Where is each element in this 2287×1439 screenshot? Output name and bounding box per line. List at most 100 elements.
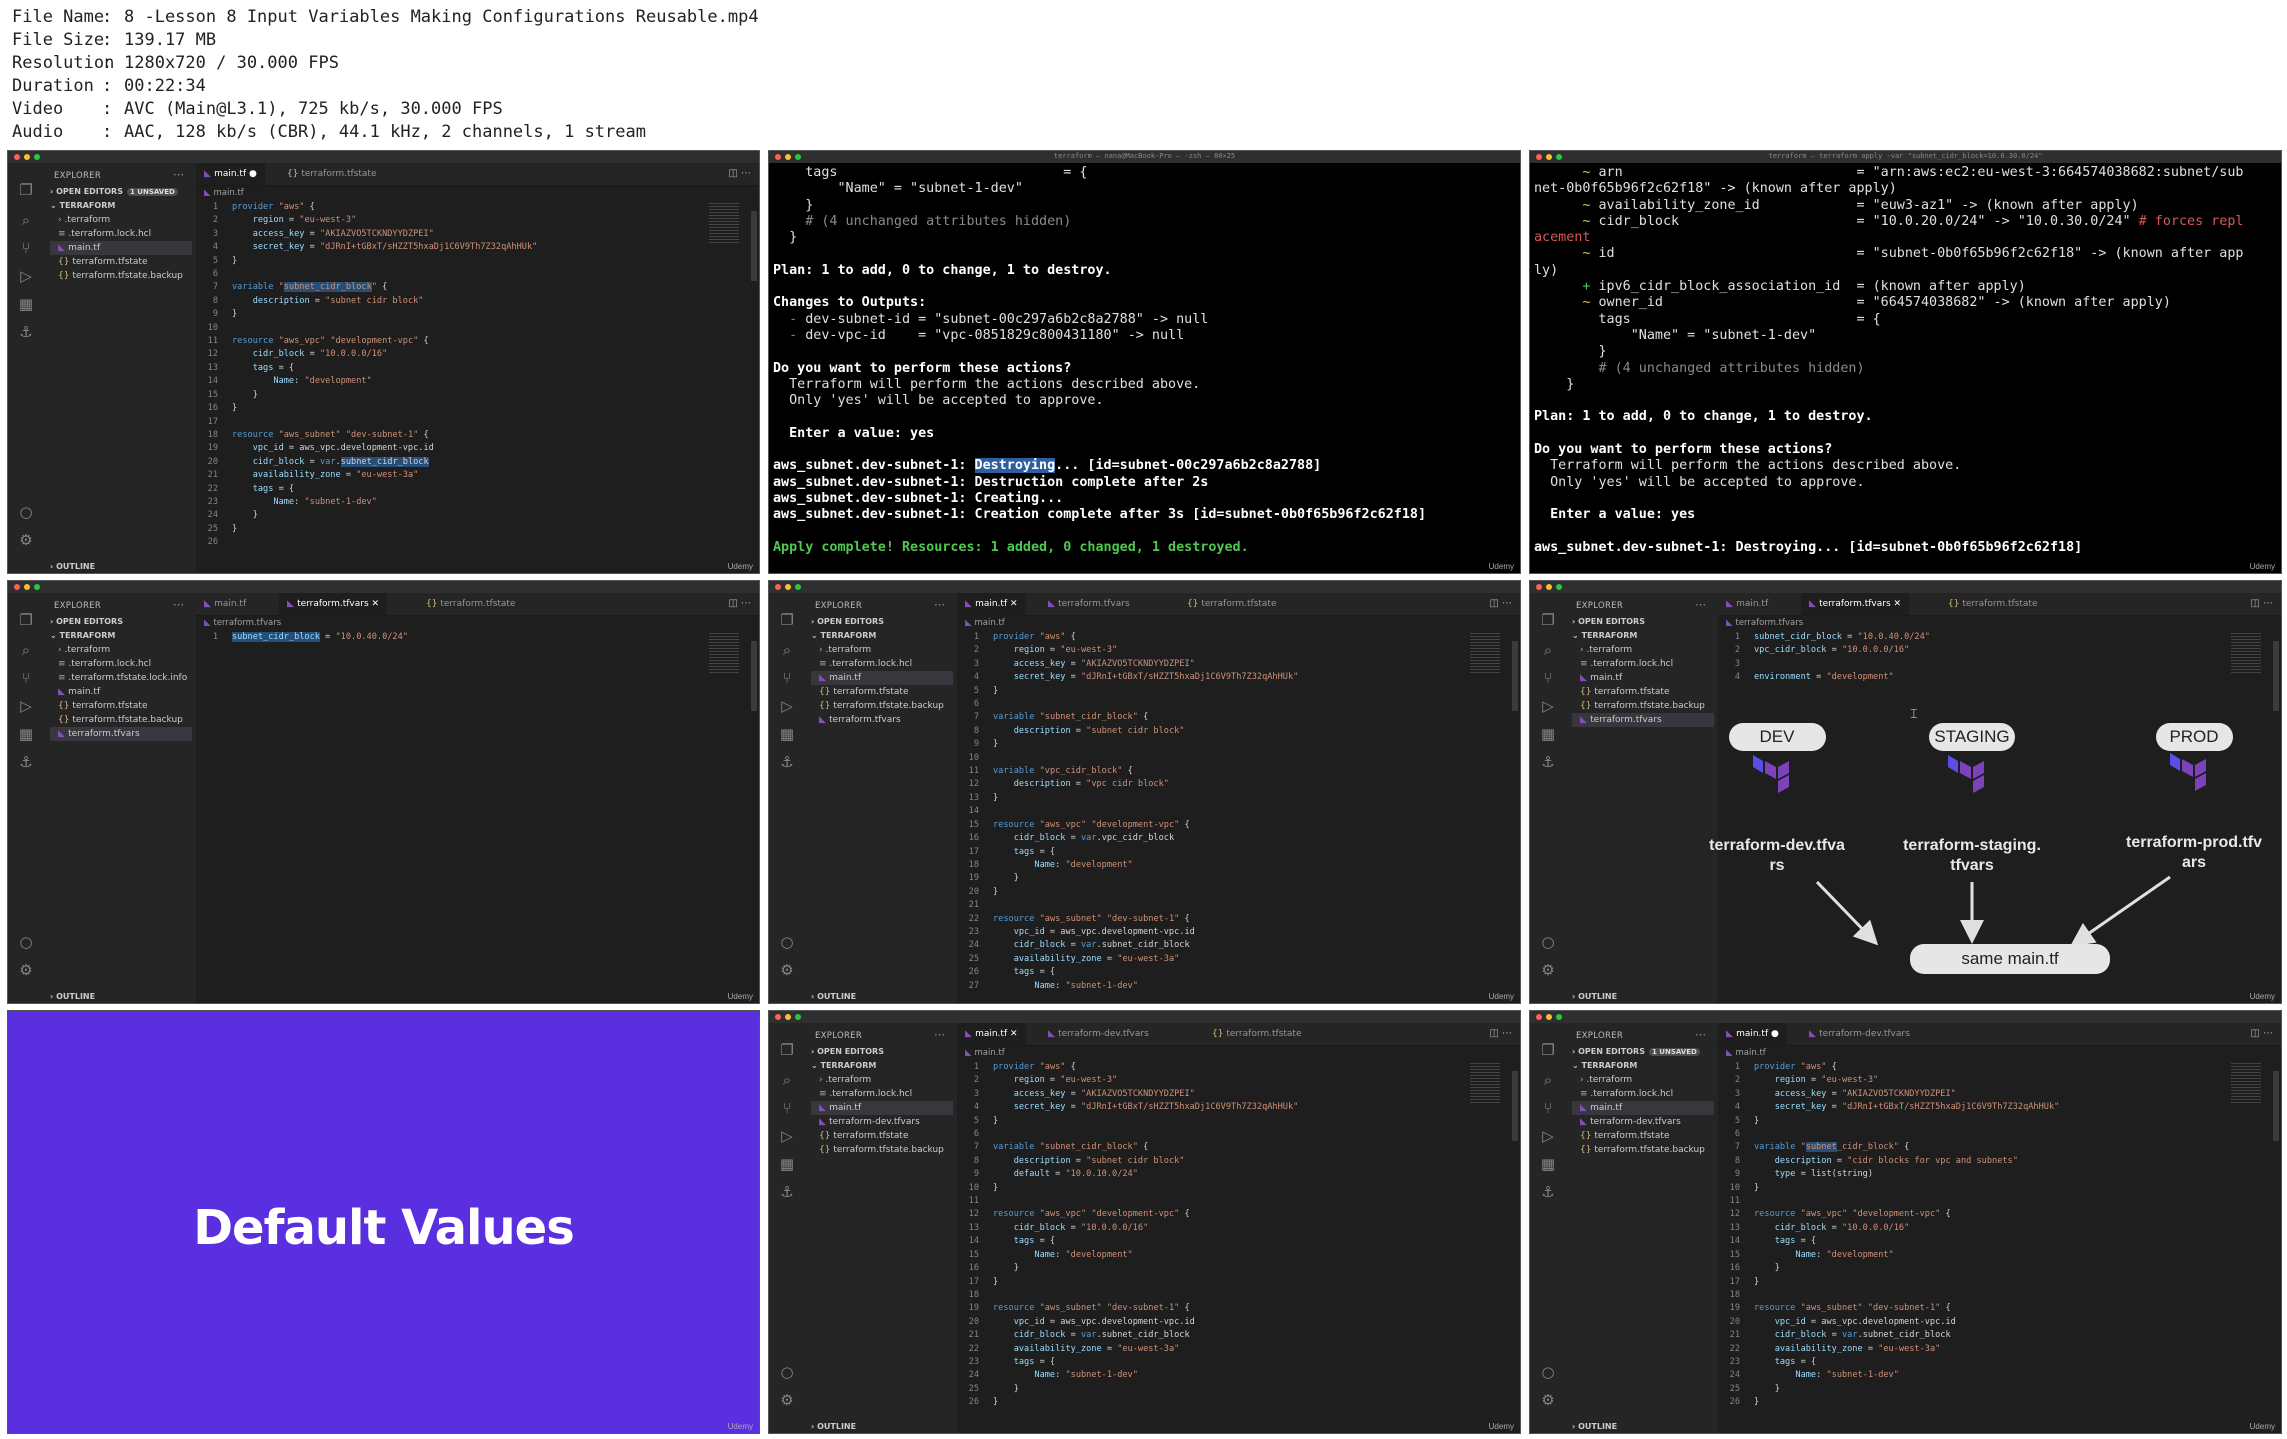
code-editor[interactable]: 1 provider "aws" {2 region = "eu-west-3" 3… xyxy=(957,631,1508,997)
explorer-file-item[interactable]: {} terraform.tfstate xyxy=(50,699,192,713)
explorer-file-item[interactable]: {} terraform.tfstate xyxy=(50,255,192,269)
split-editor-icon[interactable]: ◫ ⋯ xyxy=(728,163,751,185)
docker-icon[interactable]: ⚓ xyxy=(1539,1183,1557,1201)
search-icon[interactable]: ⌕ xyxy=(17,211,35,229)
extensions-icon[interactable]: ▦ xyxy=(778,725,796,743)
explorer-file-item[interactable]: ≡ .terraform.lock.hcl xyxy=(811,1087,953,1101)
maximize-window-icon[interactable] xyxy=(795,1014,801,1020)
explorer-file-item[interactable]: › .terraform xyxy=(1572,1073,1714,1087)
explorer-file-item[interactable]: ≡ .terraform.lock.hcl xyxy=(50,657,192,671)
extensions-icon[interactable]: ▦ xyxy=(17,725,35,743)
settings-gear-icon[interactable]: ⚙ xyxy=(778,1391,796,1409)
editor-tab[interactable]: ◣ main.tf ✕ xyxy=(957,593,1026,615)
split-editor-icon[interactable]: ◫ ⋯ xyxy=(2250,1023,2273,1045)
minimize-window-icon[interactable] xyxy=(1546,1014,1552,1020)
run-debug-icon[interactable]: ▷ xyxy=(17,697,35,715)
editor-tab[interactable]: ◣ terraform-dev.tfvars xyxy=(1801,1023,1918,1045)
editor-tab[interactable]: ◣ main.tf ● xyxy=(1718,1023,1787,1045)
files-icon[interactable]: ❐ xyxy=(17,181,35,199)
close-window-icon[interactable] xyxy=(14,154,20,160)
explorer-file-item[interactable]: {} terraform.tfstate.backup xyxy=(50,713,192,727)
project-folder[interactable]: ⌄ TERRAFORM xyxy=(50,199,192,213)
explorer-file-item[interactable]: {} terraform.tfstate.backup xyxy=(1572,1143,1714,1157)
close-window-icon[interactable] xyxy=(14,584,20,590)
close-window-icon[interactable] xyxy=(1536,1014,1542,1020)
editor-tab[interactable]: {} terraform.tfstate xyxy=(1204,1023,1310,1045)
explorer-file-item[interactable]: ≡ .terraform.lock.hcl xyxy=(50,227,192,241)
minimap[interactable] xyxy=(709,203,739,243)
explorer-file-item[interactable]: › .terraform xyxy=(50,213,192,227)
project-folder[interactable]: ⌄ TERRAFORM xyxy=(811,629,953,643)
source-control-icon[interactable]: ⑂ xyxy=(778,669,796,687)
search-icon[interactable]: ⌕ xyxy=(778,1071,796,1089)
explorer-file-item[interactable]: ≡ .terraform.tfstate.lock.info xyxy=(50,671,192,685)
split-editor-icon[interactable]: ◫ ⋯ xyxy=(1489,1023,1512,1045)
explorer-file-item[interactable]: {} terraform.tfstate xyxy=(1572,1129,1714,1143)
docker-icon[interactable]: ⚓ xyxy=(778,1183,796,1201)
explorer-file-item[interactable]: ≡ .terraform.lock.hcl xyxy=(1572,1087,1714,1101)
explorer-file-item[interactable]: {} terraform.tfstate xyxy=(811,1129,953,1143)
search-icon[interactable]: ⌕ xyxy=(1539,1071,1557,1089)
minimap[interactable] xyxy=(1470,1063,1500,1103)
account-icon[interactable]: ○ xyxy=(778,1363,796,1381)
run-debug-icon[interactable]: ▷ xyxy=(17,267,35,285)
explorer-file-item[interactable]: ≡ .terraform.lock.hcl xyxy=(811,657,953,671)
run-debug-icon[interactable]: ▷ xyxy=(778,1127,796,1145)
docker-icon[interactable]: ⚓ xyxy=(17,323,35,341)
code-editor[interactable]: 1 provider "aws" {2 region = "eu-west-3" 3… xyxy=(957,1061,1508,1427)
explorer-file-item[interactable]: ◣ main.tf xyxy=(811,671,953,685)
source-control-icon[interactable]: ⑂ xyxy=(778,1099,796,1117)
files-icon[interactable]: ❐ xyxy=(778,1041,796,1059)
editor-tab[interactable]: ◣ main.tf ✕ xyxy=(957,1023,1026,1045)
vertical-scrollbar[interactable] xyxy=(751,641,757,711)
minimap[interactable] xyxy=(709,633,739,673)
explorer-file-item[interactable]: ◣ main.tf xyxy=(50,241,192,255)
minimize-window-icon[interactable] xyxy=(24,584,30,590)
more-actions-icon[interactable]: ⋯ xyxy=(1695,1028,1706,1041)
open-editors-section[interactable]: › OPEN EDITORS xyxy=(50,615,192,629)
vertical-scrollbar[interactable] xyxy=(1512,641,1518,711)
editor-tab[interactable]: ◣ terraform.tfvars ✕ xyxy=(279,593,388,615)
unsaved-dot-icon[interactable]: ● xyxy=(1771,1029,1779,1039)
explorer-file-item[interactable]: {} terraform.tfstate.backup xyxy=(50,269,192,283)
files-icon[interactable]: ❐ xyxy=(778,611,796,629)
unsaved-dot-icon[interactable]: ● xyxy=(249,169,257,179)
explorer-file-item[interactable]: {} terraform.tfstate xyxy=(811,685,953,699)
editor-tab[interactable]: ◣ main.tf ● xyxy=(196,163,265,185)
open-editors-section[interactable]: › OPEN EDITORS xyxy=(811,615,953,629)
account-icon[interactable]: ○ xyxy=(778,933,796,951)
code-editor[interactable]: 1 provider "aws" {2 region = "eu-west-3" 3… xyxy=(196,201,747,567)
open-editors-section[interactable]: › OPEN EDITORS xyxy=(811,1045,953,1059)
maximize-window-icon[interactable] xyxy=(34,154,40,160)
source-control-icon[interactable]: ⑂ xyxy=(17,669,35,687)
maximize-window-icon[interactable] xyxy=(1556,1014,1562,1020)
explorer-file-item[interactable]: ◣ main.tf xyxy=(50,685,192,699)
close-tab-icon[interactable]: ✕ xyxy=(1010,599,1018,609)
account-icon[interactable]: ○ xyxy=(17,503,35,521)
editor-tab[interactable]: ◣ terraform.tfvars xyxy=(1040,593,1138,615)
explorer-file-item[interactable]: ◣ terraform-dev.tfvars xyxy=(811,1115,953,1129)
outline-section[interactable]: › OUTLINE xyxy=(811,992,856,1001)
more-actions-icon[interactable]: ⋯ xyxy=(934,1028,945,1041)
more-actions-icon[interactable]: ⋯ xyxy=(173,598,184,611)
close-window-icon[interactable] xyxy=(775,584,781,590)
explorer-file-item[interactable]: › .terraform xyxy=(50,643,192,657)
project-folder[interactable]: ⌄ TERRAFORM xyxy=(811,1059,953,1073)
outline-section[interactable]: › OUTLINE xyxy=(1572,1422,1617,1431)
vertical-scrollbar[interactable] xyxy=(1512,1071,1518,1141)
split-editor-icon[interactable]: ◫ ⋯ xyxy=(1489,593,1512,615)
minimize-window-icon[interactable] xyxy=(785,1014,791,1020)
run-debug-icon[interactable]: ▷ xyxy=(778,697,796,715)
explorer-file-item[interactable]: {} terraform.tfstate.backup xyxy=(811,1143,953,1157)
project-folder[interactable]: ⌄ TERRAFORM xyxy=(50,629,192,643)
terminal-output[interactable]: tags = { "Name" = "subnet-1-dev" } # (4 … xyxy=(769,163,1520,573)
files-icon[interactable]: ❐ xyxy=(17,611,35,629)
editor-tab[interactable]: ◣ main.tf xyxy=(196,593,254,615)
run-debug-icon[interactable]: ▷ xyxy=(1539,1127,1557,1145)
outline-section[interactable]: › OUTLINE xyxy=(811,1422,856,1431)
explorer-file-item[interactable]: › .terraform xyxy=(811,1073,953,1087)
outline-section[interactable]: › OUTLINE xyxy=(50,992,95,1001)
explorer-file-item[interactable]: ◣ main.tf xyxy=(811,1101,953,1115)
explorer-file-item[interactable]: ◣ terraform-dev.tfvars xyxy=(1572,1115,1714,1129)
maximize-window-icon[interactable] xyxy=(34,584,40,590)
